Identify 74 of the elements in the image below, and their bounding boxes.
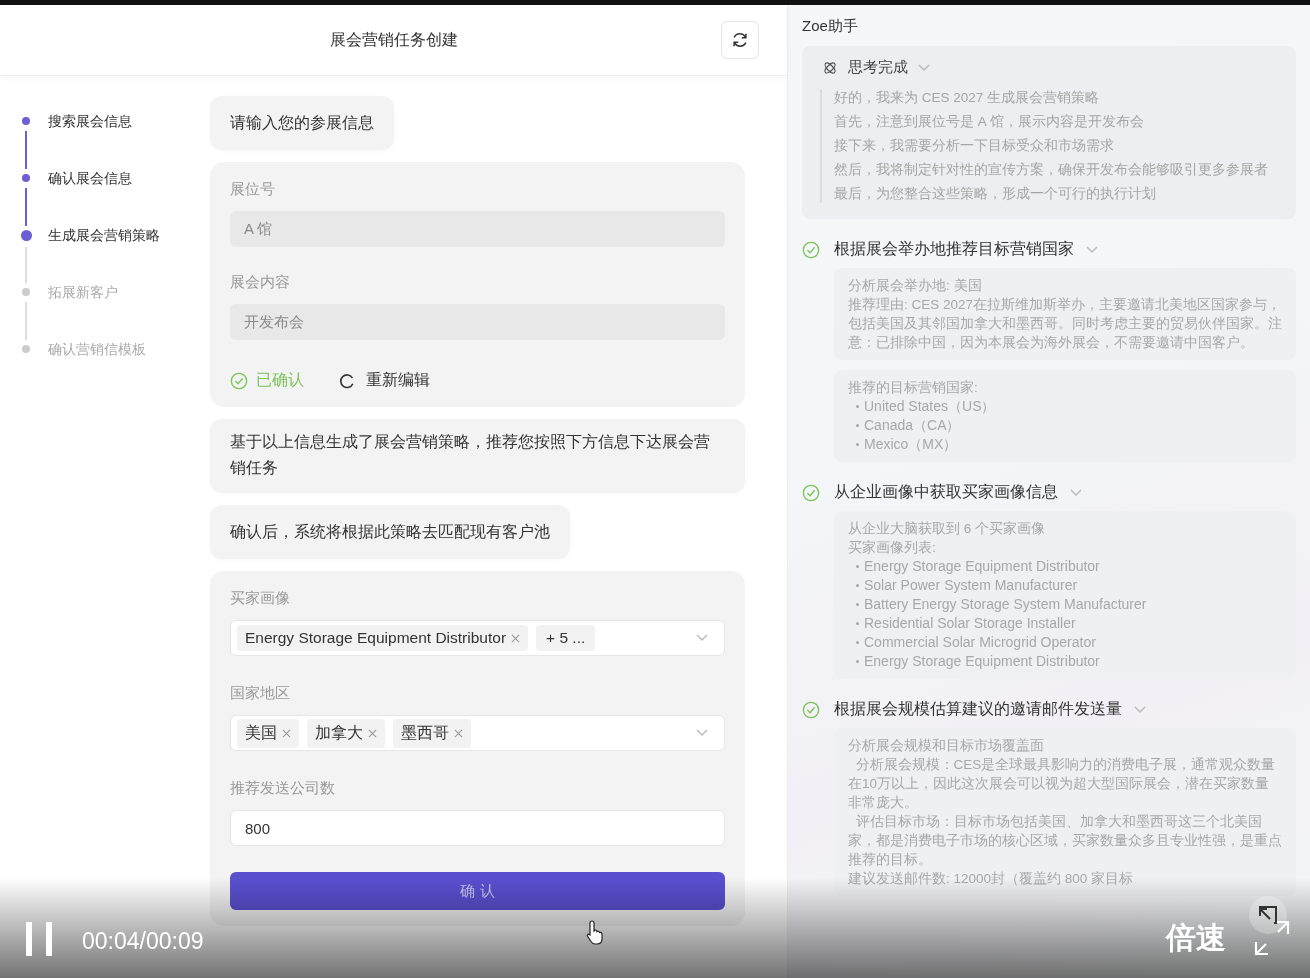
bullet-icon (856, 584, 859, 587)
multi-select[interactable]: Energy Storage Equipment Distributor + 5 ... (230, 620, 725, 656)
pause-icon[interactable] (24, 922, 54, 956)
result-text: 买家画像列表: (848, 539, 937, 557)
thinking-line: 接下来，我需要分析一下目标受众和市场需求 (834, 137, 1115, 155)
list-item: Commercial Solar Microgrid Operator (864, 633, 1096, 652)
playback-time: 00:04/00:09 (82, 927, 204, 956)
list-item: Energy Storage Equipment Distributor (864, 557, 1100, 576)
result-text: 分析展会规模：CES是全球最具影响力的消费电子展，通常观众数量在10万以上，因此这次展会可以视为超大型国际展会，潜在买家数量非常庞大。 (848, 756, 1277, 812)
refresh-icon (731, 31, 749, 49)
bullet-icon (856, 405, 859, 408)
bullet-icon (856, 622, 859, 625)
step-toggle[interactable]: 从企业画像中获取买家画像信息 (834, 482, 1082, 503)
result-text: 分析展会举办地: 美国 (848, 277, 983, 295)
result-text: 从企业大脑获取到 6 个买家画像 (848, 520, 1046, 538)
field-label: 推荐发送公司数 (230, 779, 336, 798)
chevron-down-icon (696, 729, 708, 737)
field-label: 国家地区 (230, 684, 291, 703)
result-text: 分析展会规模和目标市场覆盖面 (848, 737, 1045, 755)
more-tags: + 5 ... (536, 625, 596, 651)
result-text: 评估目标市场：目标市场包括美国、加拿大和墨西哥这三个北美国家，都是消费电子市场的核心区域，买家数量众多且专业性强，是重点推荐的目标。 (848, 813, 1282, 869)
thinking-line: 然后，我将制定针对性的宣传方案，确保开发布会能够吸引更多参展者 (834, 161, 1269, 179)
list-item: Canada（CA） (864, 416, 961, 435)
list-item: United States（US） (864, 397, 996, 416)
chat-message: 确认后，系统将根据此策略去匹配现有客户池 (210, 505, 570, 559)
result-text: 推荐理由: CES 2027在拉斯维加斯举办，主要邀请北美地区国家参与，包括美国及其邻国加拿大和墨西哥。同时考虑主要的贸易伙伴国家。注意：已排除中国，因为本展会为海外展会，不需要邀请中国客户。 (848, 296, 1282, 352)
step-label[interactable]: 生成展会营销策略 (48, 226, 160, 244)
bullet-icon (856, 603, 859, 606)
bullet-icon (856, 660, 859, 663)
list-item: Energy Storage Equipment Distributor (864, 652, 1100, 671)
exit-window-icon[interactable] (1248, 895, 1288, 935)
input-field[interactable]: 800 (230, 810, 725, 846)
multi-select[interactable]: 美国 加拿大 墨西哥 (230, 715, 725, 751)
atom-icon (822, 59, 838, 76)
bullet-icon (856, 641, 859, 644)
list-item: Mexico（MX） (864, 435, 958, 454)
field-label: 展会内容 (230, 273, 291, 292)
chevron-down-icon (696, 634, 708, 642)
chat-message: 基于以上信息生成了展会营销策略，推荐您按照下方信息下达展会营销任务 (210, 419, 745, 493)
page-title: 展会营销任务创建 (329, 29, 458, 50)
close-icon[interactable] (511, 633, 521, 643)
field-label: 展位号 (230, 180, 276, 199)
result-text: 推荐的目标营销国家: (848, 379, 979, 397)
tag: 美国 (237, 718, 299, 748)
tag: 墨西哥 (393, 718, 471, 748)
thinking-line: 最后，为您整合这些策略，形成一个可行的执行计划 (834, 185, 1157, 203)
close-icon[interactable] (282, 728, 291, 738)
thinking-line: 好的，我来为 CES 2027 生成展会营销策略 (834, 89, 1101, 107)
tag: Energy Storage Equipment Distributor (237, 625, 529, 651)
reedit-button[interactable]: 重新编辑 (338, 370, 430, 391)
bullet-icon (856, 565, 859, 568)
chat-message: 请输入您的参展信息 (210, 96, 394, 150)
result-text: 建议发送邮件数: 12000封（覆盖约 800 家目标 (848, 870, 1135, 888)
confirmed-status: 已确认 (256, 370, 304, 390)
list-item: Residential Solar Storage Installer (864, 614, 1076, 633)
list-item: Battery Energy Storage System Manufacturer (864, 595, 1147, 614)
field-label: 买家画像 (230, 589, 291, 608)
step-label[interactable]: 确认展会信息 (48, 169, 132, 187)
confirm-button[interactable]: 确 认 (230, 872, 725, 910)
step-toggle[interactable]: 根据展会规模估算建议的邀请邮件发送量 (834, 699, 1146, 720)
check-circle-icon (230, 371, 248, 390)
refresh-button[interactable] (721, 21, 759, 59)
thinking-line: 首先，注意到展位号是 A 馆，展示内容是开发布会 (834, 113, 1145, 131)
tag: 加拿大 (307, 718, 385, 748)
step-toggle[interactable]: 根据展会举办地推荐目标营销国家 (834, 239, 1098, 260)
refresh-icon (338, 371, 356, 390)
thinking-toggle[interactable]: 思考完成 (820, 58, 930, 77)
list-item: Solar Power System Manufacturer (864, 576, 1078, 595)
step-label[interactable]: 搜索展会信息 (48, 112, 132, 130)
close-icon[interactable] (368, 728, 377, 738)
bullet-icon (856, 424, 859, 427)
close-icon[interactable] (454, 728, 463, 738)
assistant-title: Zoe助手 (802, 17, 859, 36)
bullet-icon (856, 443, 859, 446)
